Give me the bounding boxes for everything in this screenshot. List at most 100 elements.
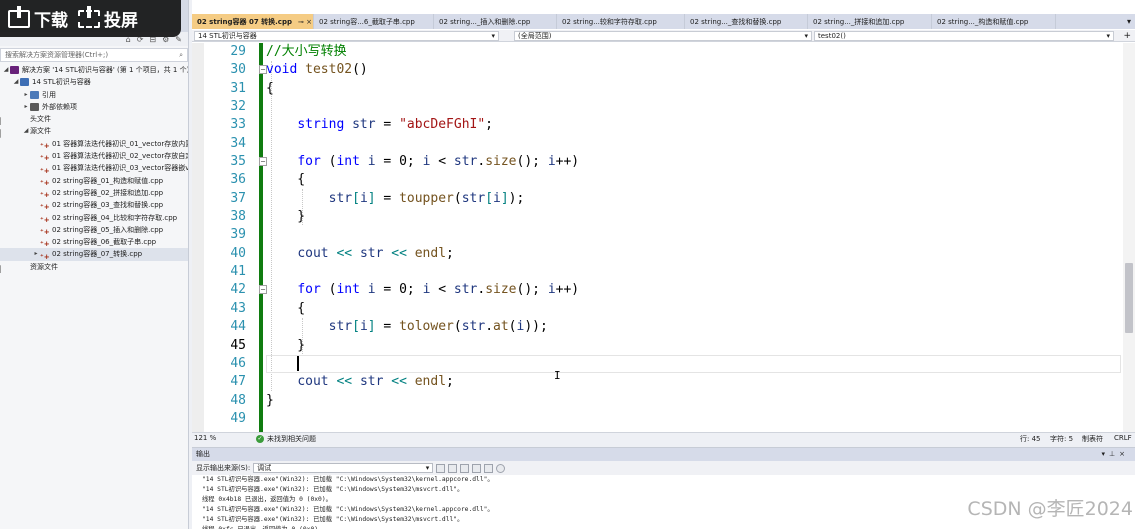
- document-tab[interactable]: 02 string容器 07 转换.cpp ⊸ ×: [192, 14, 314, 29]
- find-message-icon[interactable]: [436, 463, 446, 473]
- solution-tree-item[interactable]: ▸ ⁺+ 02 string容器_07_转换.cpp: [0, 248, 188, 261]
- member-dropdown-value: test02(): [818, 32, 846, 40]
- zoom-level[interactable]: 121 %: [194, 434, 216, 442]
- collapse-icon[interactable]: −: [259, 65, 267, 75]
- solution-tree-item-label: 02 string容器_07_转换.cpp: [52, 250, 143, 259]
- code-line[interactable]: {: [266, 171, 1121, 189]
- code-line[interactable]: [266, 410, 1121, 428]
- solution-tree-item[interactable]: ◢ 14 STL初识与容器: [0, 76, 188, 88]
- code-line[interactable]: − for (int i = 0; i < str.size(); i++): [259, 153, 1121, 171]
- check-icon: ✓: [256, 435, 264, 443]
- chevron-down-icon[interactable]: ▾: [1102, 450, 1110, 458]
- expand-arrow-icon[interactable]: ◢: [12, 76, 20, 88]
- member-dropdown[interactable]: test02() ▾: [814, 31, 1114, 41]
- project-dropdown[interactable]: 14 STL初识与容器 ▾: [194, 31, 499, 41]
- chevron-down-icon: ▾: [425, 464, 430, 472]
- document-tab[interactable]: 02 string..._构造和赋值.cpp: [932, 14, 1056, 29]
- solution-tree-item[interactable]: ▸ 引用: [0, 89, 188, 101]
- solution-tree-item[interactable]: 头文件: [0, 113, 188, 126]
- next-message-icon[interactable]: [460, 463, 470, 473]
- chevron-down-icon: ▾: [1106, 32, 1110, 40]
- expand-arrow-icon[interactable]: ◢: [22, 125, 30, 137]
- editor-status-bar: 121 % ✓ 未找到相关问题 行: 45 字符: 5 制表符 CRLF: [192, 432, 1135, 443]
- solution-tree-item[interactable]: 资源文件: [0, 261, 188, 274]
- code-line[interactable]: cout << str << endl;: [266, 373, 1121, 391]
- solution-tree-item-label: 外部依赖项: [42, 102, 77, 111]
- document-tab[interactable]: 02 string容...6_截取子串.cpp: [314, 14, 434, 29]
- collapse-icon[interactable]: −: [259, 285, 267, 295]
- expand-arrow-icon[interactable]: ▸: [22, 89, 30, 101]
- code-line[interactable]: }: [266, 337, 1121, 355]
- word-wrap-icon[interactable]: [484, 463, 494, 473]
- issues-indicator[interactable]: ✓ 未找到相关问题: [256, 434, 316, 444]
- solution-tree-item[interactable]: ⁺+ 02 string容器_03_查找和替换.cpp: [0, 199, 188, 211]
- document-tab[interactable]: 02 string..._插入和删除.cpp: [434, 14, 557, 29]
- document-tab-label: 02 string容器 07 转换.cpp: [197, 17, 292, 26]
- code-editor[interactable]: 29 30 31 32 33 34 35 36 37 38 39 40 41 42 43 44 45 46 47 48…: [192, 43, 1135, 432]
- solution-search-placeholder: 搜索解决方案资源管理器(Ctrl+;): [5, 51, 109, 59]
- solution-tree-item[interactable]: ◢ 源文件: [0, 125, 188, 138]
- solution-search-input[interactable]: 搜索解决方案资源管理器(Ctrl+;) ⌕: [0, 48, 188, 62]
- line-ending-indicator[interactable]: CRLF: [1114, 434, 1132, 442]
- solution-tree-item[interactable]: ◢ 解决方案 '14 STL初识与容器' (第 1 个项目，共 1 个): [0, 64, 188, 76]
- document-tab-label: 02 string...较和字符存取.cpp: [562, 17, 657, 26]
- document-tab[interactable]: 02 string..._拼接和追加.cpp: [808, 14, 932, 29]
- download-icon: [8, 5, 30, 28]
- solution-tree-item[interactable]: ⁺+ 01 容器算法迭代器初识_02_vector存放自定: [0, 150, 188, 162]
- code-line[interactable]: {: [266, 80, 1121, 98]
- expand-arrow-icon[interactable]: ▸: [22, 101, 30, 113]
- code-line[interactable]: − for (int i = 0; i < str.size(); i++): [259, 281, 1121, 299]
- tab-list-dropdown-icon[interactable]: ▾: [1127, 14, 1131, 29]
- expand-arrow-icon[interactable]: ▸: [32, 248, 40, 260]
- output-source-label: 显示输出来源(S):: [196, 464, 251, 472]
- indicator-margin: [192, 43, 204, 432]
- code-line[interactable]: }: [266, 392, 1121, 410]
- close-icon[interactable]: ⊸ ×: [298, 18, 312, 26]
- close-icon[interactable]: ×: [1119, 450, 1129, 458]
- collapse-icon[interactable]: −: [259, 157, 267, 167]
- document-tabs: 02 string容器 07 转换.cpp ⊸ × 02 string容...6_截…: [192, 14, 1135, 29]
- split-window-icon[interactable]: +: [1123, 30, 1131, 42]
- expand-arrow-icon[interactable]: ◢: [2, 64, 10, 76]
- code-line[interactable]: str[i] = tolower(str.at(i));: [266, 318, 1121, 336]
- solution-tree-item[interactable]: ⁺+ 01 容器算法迭代器初识_01_vector存放内置: [0, 138, 188, 150]
- output-source-select[interactable]: 调试 ▾: [253, 463, 434, 473]
- code-line[interactable]: [266, 98, 1121, 116]
- line-number: 30: [230, 62, 246, 78]
- scrollbar-thumb[interactable]: [1125, 263, 1133, 333]
- cast-button[interactable]: 投屏: [78, 5, 138, 31]
- download-button[interactable]: 下载: [8, 5, 68, 31]
- code-line[interactable]: [266, 263, 1121, 281]
- code-line[interactable]: [266, 226, 1121, 244]
- code-line[interactable]: }: [266, 208, 1121, 226]
- solution-tree-item[interactable]: ⁺+ 02 string容器_01_构造和赋值.cpp: [0, 175, 188, 187]
- document-tab[interactable]: 02 string..._查找和替换.cpp: [685, 14, 808, 29]
- indent-mode-indicator[interactable]: 制表符: [1082, 434, 1103, 444]
- pin-icon[interactable]: ⊥: [1109, 450, 1119, 458]
- solution-tree-item[interactable]: ⁺+ 02 string容器_05_插入和删除.cpp: [0, 224, 188, 236]
- document-tab[interactable]: 02 string...较和字符存取.cpp: [557, 14, 685, 29]
- text-caret: [297, 355, 299, 371]
- code-line-current[interactable]: [266, 354, 1121, 374]
- code-line[interactable]: string str = "abcDeFGhI";: [266, 116, 1121, 134]
- vertical-scrollbar[interactable]: [1123, 43, 1135, 432]
- clear-all-icon[interactable]: [472, 463, 482, 473]
- solution-tree-item[interactable]: ⁺+ 02 string容器_02_拼接和追加.cpp: [0, 187, 188, 199]
- solution-tree-item[interactable]: ⁺+ 02 string容器_06_截取子串.cpp: [0, 236, 188, 248]
- document-tab-label: 02 string..._插入和删除.cpp: [439, 17, 531, 26]
- code-line[interactable]: [266, 135, 1121, 153]
- solution-tree-item[interactable]: ▸ 外部依赖项: [0, 101, 188, 113]
- solution-tree-item[interactable]: ⁺+ 01 容器算法迭代器初识_03_vector容器嵌vect: [0, 162, 188, 174]
- clock-icon[interactable]: [496, 463, 506, 473]
- solution-tree-item-label: 02 string容器_02_拼接和追加.cpp: [52, 188, 164, 197]
- code-line[interactable]: {: [266, 300, 1121, 318]
- code-line[interactable]: cout << str << endl;: [266, 245, 1121, 263]
- solution-tree-item[interactable]: ⁺+ 02 string容器_04_比较和字符存取.cpp: [0, 212, 188, 224]
- code-line[interactable]: str[i] = toupper(str[i]);: [266, 190, 1121, 208]
- code-line[interactable]: − void test02(): [259, 61, 1121, 79]
- search-icon[interactable]: ⌕: [179, 51, 183, 60]
- line-number-margin: 29 30 31 32 33 34 35 36 37 38 39 40 41 42 43 44 45 46 47 48…: [204, 43, 246, 428]
- previous-message-icon[interactable]: [448, 463, 458, 473]
- code-line[interactable]: //大小写转换: [266, 43, 1121, 61]
- scope-dropdown[interactable]: (全局范围) ▾: [514, 31, 812, 41]
